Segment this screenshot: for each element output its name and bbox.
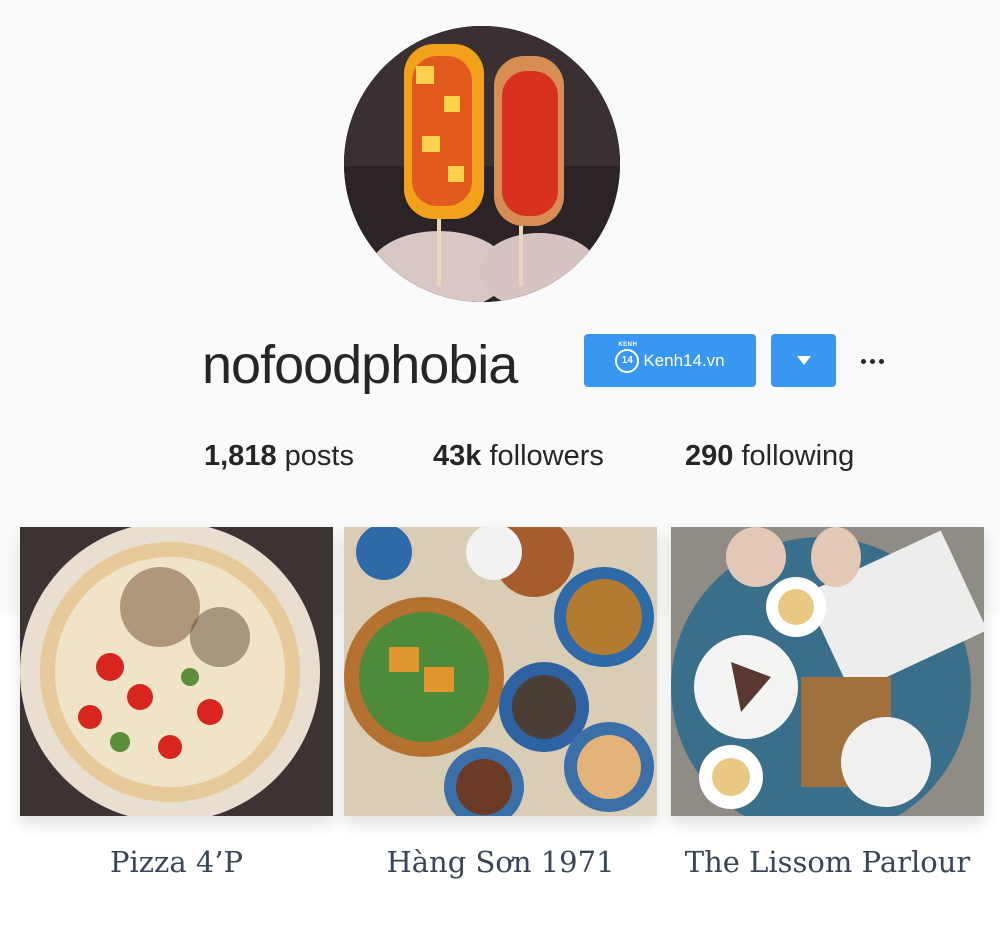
avatar-corndog-photo xyxy=(344,26,620,302)
vietnamese-feast-photo-icon xyxy=(344,527,657,816)
cafe-tea-photo-icon xyxy=(671,527,984,816)
followers-stat[interactable]: 43k followers xyxy=(433,436,604,476)
caret-down-icon xyxy=(796,356,811,365)
followers-label: followers xyxy=(489,440,604,472)
post-caption: Pizza 4’P xyxy=(109,845,244,879)
following-label: following xyxy=(741,440,855,472)
post-caption: Hàng Sơn 1971 xyxy=(386,845,615,879)
posts-count: 1,818 xyxy=(204,440,277,472)
followers-count: 43k xyxy=(433,440,482,472)
profile-avatar[interactable] xyxy=(344,26,620,302)
website-button-label: Kenh14.vn xyxy=(643,350,725,370)
post-thumbnail-hang-son[interactable] xyxy=(344,527,657,816)
post-thumbnail-lissom-parlour[interactable] xyxy=(671,527,984,816)
following-stat[interactable]: 290 following xyxy=(685,436,854,476)
website-button[interactable]: KENH 14 Kenh14.vn xyxy=(584,334,756,387)
post-caption: The Lissom Parlour xyxy=(684,845,971,879)
posts-label: posts xyxy=(284,440,354,472)
profile-username: nofoodphobia xyxy=(202,335,518,395)
following-count: 290 xyxy=(685,440,734,472)
more-options-button[interactable] xyxy=(856,346,888,376)
dropdown-button[interactable] xyxy=(771,334,836,387)
kenh14-logo-icon: KENH 14 xyxy=(615,342,640,373)
post-thumbnail-pizza[interactable] xyxy=(20,527,333,816)
ellipsis-icon xyxy=(860,358,866,364)
pizza-photo-icon xyxy=(20,527,333,816)
posts-stat: 1,818 posts xyxy=(204,436,354,476)
